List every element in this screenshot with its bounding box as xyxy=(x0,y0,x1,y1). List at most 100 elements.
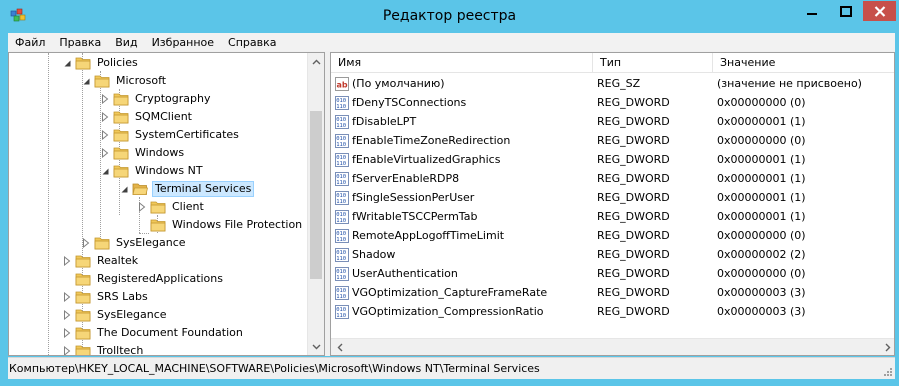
tree-node[interactable]: Trolltech xyxy=(61,342,145,355)
folder-icon xyxy=(75,255,91,268)
tree-node[interactable]: Terminal Services xyxy=(118,180,255,198)
value-type: REG_DWORD xyxy=(597,153,670,166)
scroll-up-button[interactable] xyxy=(308,53,324,70)
tree-expander[interactable] xyxy=(99,129,111,141)
folder-icon xyxy=(75,291,91,304)
key-tree[interactable]: Policies Microsoft Cryptography SQMClient Sy… xyxy=(9,53,307,355)
window-title: Редактор реестра xyxy=(382,8,517,24)
value-row[interactable]: 010 110 fWritableTSCCPermTab REG_DWORD 0x000… xyxy=(331,207,894,226)
tree-expander[interactable] xyxy=(99,93,111,105)
folder-icon-wrap xyxy=(94,74,114,88)
svg-text:110: 110 xyxy=(336,123,346,129)
maximize-button[interactable] xyxy=(829,1,863,21)
folder-icon-wrap xyxy=(150,218,170,232)
tree-vertical-scrollbar[interactable] xyxy=(307,53,324,355)
tree-node[interactable]: SysElegance xyxy=(80,234,188,252)
value-name: fEnableTimeZoneRedirection xyxy=(352,134,511,147)
tree-expander[interactable] xyxy=(80,75,92,87)
collapsed-arrow-icon xyxy=(102,112,109,122)
menu-edit[interactable]: Правка xyxy=(52,36,108,49)
folder-icon-wrap xyxy=(113,164,133,178)
tree-node[interactable]: Client xyxy=(136,198,206,216)
scroll-down-button[interactable] xyxy=(308,338,324,355)
value-type: REG_DWORD xyxy=(597,286,670,299)
folder-icon-wrap xyxy=(75,56,95,70)
tree-expander[interactable] xyxy=(61,291,73,303)
folder-icon-wrap xyxy=(113,92,133,106)
tree-expander[interactable] xyxy=(80,237,92,249)
collapsed-arrow-icon xyxy=(64,292,71,302)
menu-help[interactable]: Справка xyxy=(221,36,283,49)
menu-file[interactable]: Файл xyxy=(8,36,52,49)
tree-node[interactable]: SystemCertificates xyxy=(99,126,241,144)
tree-expander xyxy=(136,219,148,231)
title-bar[interactable]: Редактор реестра xyxy=(0,0,899,33)
tree-node[interactable]: The Document Foundation xyxy=(61,324,245,342)
tree-expander[interactable] xyxy=(99,111,111,123)
key-tree-pane[interactable]: Policies Microsoft Cryptography SQMClient Sy… xyxy=(8,52,325,356)
client-area: Policies Microsoft Cryptography SQMClient Sy… xyxy=(8,51,895,356)
tree-expander[interactable] xyxy=(61,345,73,355)
value-name: UserAuthentication xyxy=(352,267,458,280)
tree-node-label: Trolltech xyxy=(97,344,144,355)
value-row[interactable]: 010 110 VGOptimization_CompressionRatio REG… xyxy=(331,302,894,321)
tree-node[interactable]: Policies xyxy=(61,54,140,72)
value-type: REG_DWORD xyxy=(597,115,670,128)
tree-node[interactable]: Windows File Protection xyxy=(136,216,304,234)
value-row[interactable]: 010 110 fDenyTSConnections REG_DWORD 0x00000… xyxy=(331,93,894,112)
folder-icon-wrap xyxy=(113,146,133,160)
minimize-button[interactable] xyxy=(795,1,829,21)
tree-node[interactable]: Windows xyxy=(99,144,186,162)
tree-node[interactable]: Cryptography xyxy=(99,90,212,108)
value-name: VGOptimization_CaptureFrameRate xyxy=(352,286,548,299)
column-header-data[interactable]: Значение xyxy=(713,53,894,73)
tree-expander[interactable] xyxy=(61,327,73,339)
list-horizontal-scrollbar[interactable] xyxy=(331,338,894,355)
collapsed-arrow-icon xyxy=(83,238,90,248)
value-row[interactable]: ab (По умолчанию) REG_SZ (значение не присв… xyxy=(331,74,894,93)
tree-expander[interactable] xyxy=(61,255,73,267)
value-type: REG_DWORD xyxy=(597,96,670,109)
tree-node[interactable]: Microsoft xyxy=(80,72,168,90)
value-row[interactable]: 010 110 fServerEnableRDP8 REG_DWORD 0x000000… xyxy=(331,169,894,188)
value-row[interactable]: 010 110 Shadow REG_DWORD 0x00000002 (2) xyxy=(331,245,894,264)
values-list[interactable]: ab (По умолчанию) REG_SZ (значение не присв… xyxy=(331,74,894,336)
menu-favorites[interactable]: Избранное xyxy=(145,36,221,49)
tree-expander[interactable] xyxy=(136,201,148,213)
tree-node[interactable]: SRS Labs xyxy=(61,288,150,306)
value-data: 0x00000003 (3) xyxy=(717,305,806,318)
values-list-pane[interactable]: Имя Тип Значение ab (По умолчанию) REG_SZ (… xyxy=(330,52,895,356)
tree-node-label: Windows xyxy=(135,146,185,159)
tree-node[interactable]: SQMClient xyxy=(99,108,194,126)
column-header-name[interactable]: Имя xyxy=(331,53,593,73)
column-header-type[interactable]: Тип xyxy=(593,53,713,73)
scroll-thumb[interactable] xyxy=(310,111,322,279)
tree-expander[interactable] xyxy=(118,183,130,195)
folder-icon xyxy=(113,147,129,160)
value-row[interactable]: 010 110 fEnableTimeZoneRedirection REG_DWOR… xyxy=(331,131,894,150)
tree-node[interactable]: SysElegance xyxy=(61,306,169,324)
svg-text:ab: ab xyxy=(337,80,348,89)
string-value-icon: ab xyxy=(335,76,349,91)
tree-expander[interactable] xyxy=(99,147,111,159)
value-row[interactable]: 010 110 fSingleSessionPerUser REG_DWORD 0x00… xyxy=(331,188,894,207)
tree-node-label: Microsoft xyxy=(116,74,167,87)
tree-expander[interactable] xyxy=(99,165,111,177)
scroll-left-button[interactable] xyxy=(331,339,348,355)
tree-node[interactable]: RegisteredApplications xyxy=(61,270,225,288)
value-row[interactable]: 010 110 fEnableVirtualizedGraphics REG_DWOR… xyxy=(331,150,894,169)
tree-node[interactable]: Realtek xyxy=(61,252,140,270)
value-row[interactable]: 010 110 RemoteAppLogoffTimeLimit REG_DWORD 0… xyxy=(331,226,894,245)
value-row[interactable]: 010 110 fDisableLPT REG_DWORD 0x00000001 (1) xyxy=(331,112,894,131)
tree-expander[interactable] xyxy=(61,57,73,69)
tree-expander[interactable] xyxy=(61,309,73,321)
resize-grip-icon[interactable] xyxy=(883,367,893,377)
scroll-right-button[interactable] xyxy=(879,339,894,355)
value-row[interactable]: 010 110 VGOptimization_CaptureFrameRate REG… xyxy=(331,283,894,302)
value-name-cell: 010 110 fWritableTSCCPermTab xyxy=(335,207,589,226)
value-row[interactable]: 010 110 UserAuthentication REG_DWORD 0x00000… xyxy=(331,264,894,283)
menu-view[interactable]: Вид xyxy=(108,36,144,49)
tree-node[interactable]: Windows NT xyxy=(99,162,205,180)
close-button[interactable] xyxy=(863,1,896,21)
collapsed-arrow-icon xyxy=(64,310,71,320)
